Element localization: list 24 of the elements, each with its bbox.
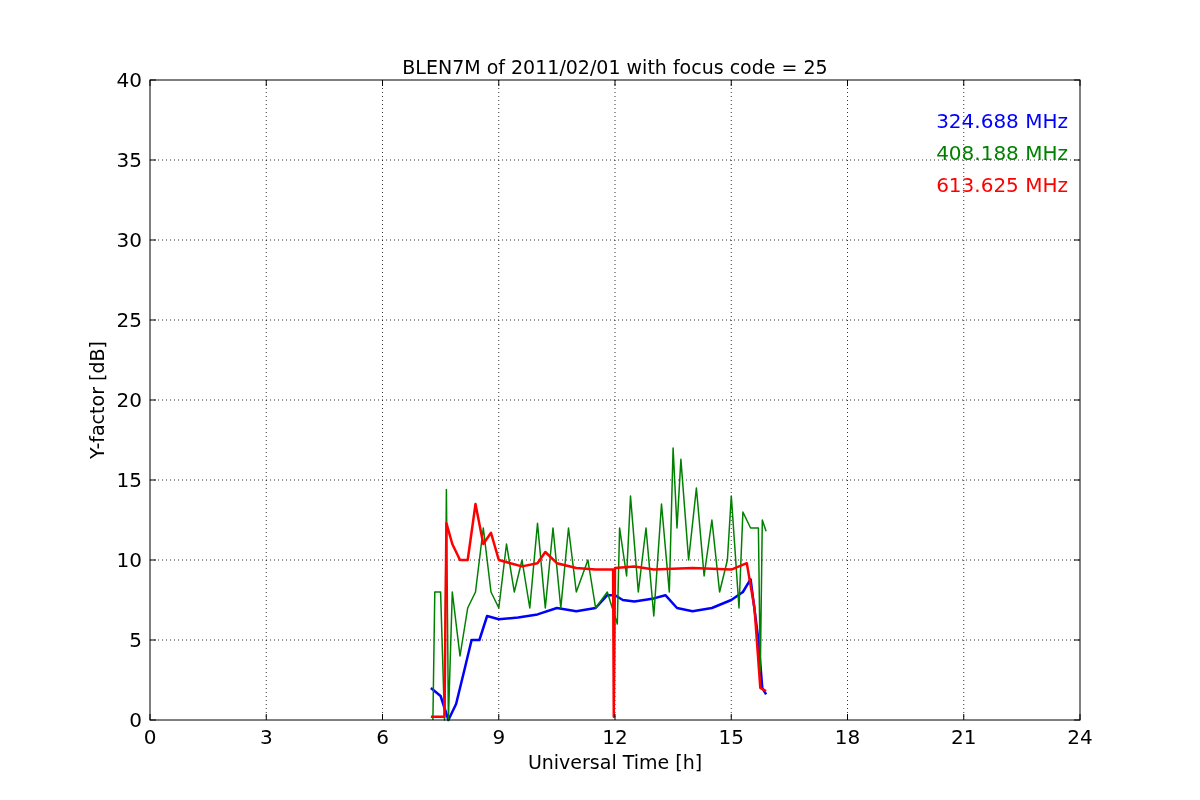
y-tick-label: 20 [116,388,142,412]
legend-label: 613.625 MHz [936,173,1068,197]
y-tick-label: 25 [116,308,142,332]
chart-title: BLEN7M of 2011/02/01 with focus code = 25 [402,56,828,78]
x-tick-label: 6 [376,725,389,749]
legend-label: 324.688 MHz [936,109,1068,133]
y-tick-label: 5 [129,628,142,652]
x-tick-label: 21 [951,725,977,749]
y-tick-label: 30 [116,228,142,252]
y-axis-label: Y-factor [dB] [86,341,108,459]
y-tick-label: 0 [129,708,142,732]
y-tick-label: 35 [116,148,142,172]
x-tick-label: 15 [718,725,744,749]
y-tick-label: 10 [116,548,142,572]
x-tick-label: 12 [602,725,628,749]
legend-label: 408.188 MHz [936,141,1068,165]
x-tick-label: 3 [259,725,273,749]
y-tick-label: 15 [116,468,142,492]
x-tick-label: 0 [143,725,157,749]
x-tick-label: 9 [492,725,506,749]
y-tick-label: 40 [116,68,142,92]
x-axis-label: Universal Time [h] [527,751,703,773]
x-tick-label: 18 [834,725,861,749]
x-tick-label: 24 [1067,725,1093,749]
